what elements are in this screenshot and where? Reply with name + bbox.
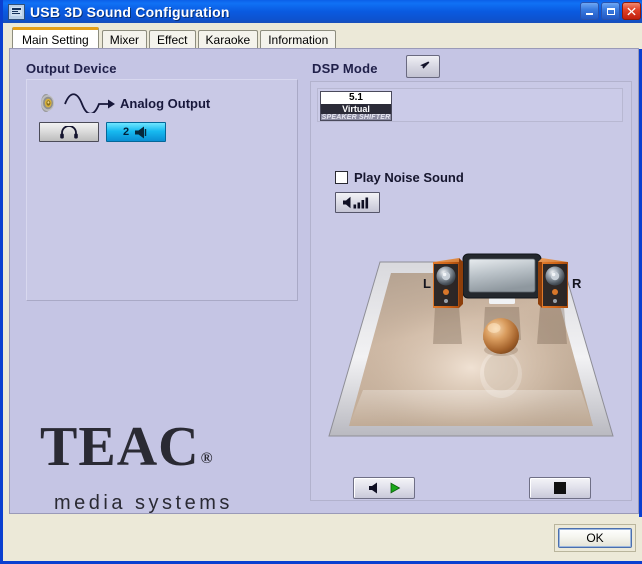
badge-channels-label: 5.1 <box>321 92 391 104</box>
ok-button-frame: OK <box>554 524 636 552</box>
close-button[interactable] <box>622 2 641 20</box>
transport-row <box>311 477 633 507</box>
ok-button[interactable]: OK <box>558 528 632 548</box>
window-controls <box>580 2 641 20</box>
tab-panel-main-setting: Output Device Analog Output 2 TEAC® medi… <box>9 48 639 514</box>
app-sound-icon <box>8 3 25 20</box>
play-noise-sound-checkbox[interactable] <box>335 171 348 184</box>
noise-test-button[interactable] <box>335 192 380 213</box>
output-device-group-box: Analog Output 2 <box>26 79 298 301</box>
speaker-count-label: 2 <box>122 126 130 138</box>
right-speaker-label: R <box>572 276 582 291</box>
tab-mixer[interactable]: Mixer <box>101 30 148 49</box>
speaker-icon <box>135 126 147 138</box>
teac-tagline: media systems <box>54 492 233 514</box>
dsp-mode-column: DSP Mode 5.1 Virtual SPEAKER SHIFTER Pla… <box>310 55 632 501</box>
tab-effect[interactable]: Effect <box>149 30 196 49</box>
dsp-mode-panel: 5.1 Virtual SPEAKER SHIFTER Play Noise S… <box>310 81 632 501</box>
stop-square-icon <box>554 482 566 494</box>
badge-type-label: Virtual <box>321 104 391 114</box>
two-speaker-output-button[interactable]: 2 <box>106 122 166 142</box>
right-speaker <box>538 258 568 308</box>
play-button[interactable] <box>353 477 415 499</box>
audio-jack-icon <box>41 94 54 112</box>
cursor-arrow-icon <box>419 61 429 69</box>
stop-button[interactable] <box>529 477 591 499</box>
pointer-tool-button[interactable] <box>406 55 440 78</box>
listener-sphere-icon <box>483 318 519 356</box>
tv-monitor-icon <box>462 253 542 304</box>
speaker-icon <box>368 482 377 494</box>
left-speaker <box>433 258 463 308</box>
headphone-output-button[interactable] <box>39 122 99 142</box>
maximize-button[interactable] <box>601 2 620 20</box>
minimize-button[interactable] <box>580 2 599 20</box>
tab-information[interactable]: Information <box>260 30 337 49</box>
virtual-speaker-shifter-badge[interactable]: 5.1 Virtual SPEAKER SHIFTER <box>320 91 392 121</box>
output-device-column: Output Device Analog Output 2 TEAC® medi… <box>18 55 304 514</box>
teac-wordmark-text: TEAC <box>40 416 200 478</box>
application-window: USB 3D Sound Configuration Main Setting … <box>0 0 642 564</box>
play-noise-sound-row[interactable]: Play Noise Sound <box>335 170 464 185</box>
teac-brand-logo: TEAC® media systems <box>40 419 290 514</box>
dsp-mode-group-label: DSP Mode <box>312 61 378 76</box>
analog-output-label: Analog Output <box>120 95 211 111</box>
sine-wave-arrow-icon <box>64 93 115 113</box>
dialog-footer: OK <box>6 517 642 561</box>
analog-output-row: Analog Output <box>39 92 210 114</box>
output-device-button-row: 2 <box>39 122 166 142</box>
tab-bar: Main Setting Mixer Effect Karaoke Inform… <box>6 23 642 49</box>
tab-karaoke[interactable]: Karaoke <box>197 30 259 49</box>
left-speaker-label: L <box>423 276 431 291</box>
title-bar: USB 3D Sound Configuration <box>3 0 642 23</box>
dsp-mode-slot: 5.1 Virtual SPEAKER SHIFTER <box>317 88 623 122</box>
tab-main-setting[interactable]: Main Setting <box>12 27 99 49</box>
play-triangle-icon <box>390 482 400 494</box>
speaker-bars-icon <box>342 196 368 209</box>
registered-mark: ® <box>200 450 214 467</box>
badge-product-label: SPEAKER SHIFTER <box>321 114 391 121</box>
speaker-placement-3d-scene[interactable]: L R <box>323 240 619 446</box>
headphone-icon <box>60 125 78 138</box>
play-noise-sound-label: Play Noise Sound <box>354 170 464 185</box>
window-title: USB 3D Sound Configuration <box>30 3 230 20</box>
output-device-group-label: Output Device <box>26 61 117 76</box>
teac-wordmark: TEAC® <box>40 419 213 489</box>
